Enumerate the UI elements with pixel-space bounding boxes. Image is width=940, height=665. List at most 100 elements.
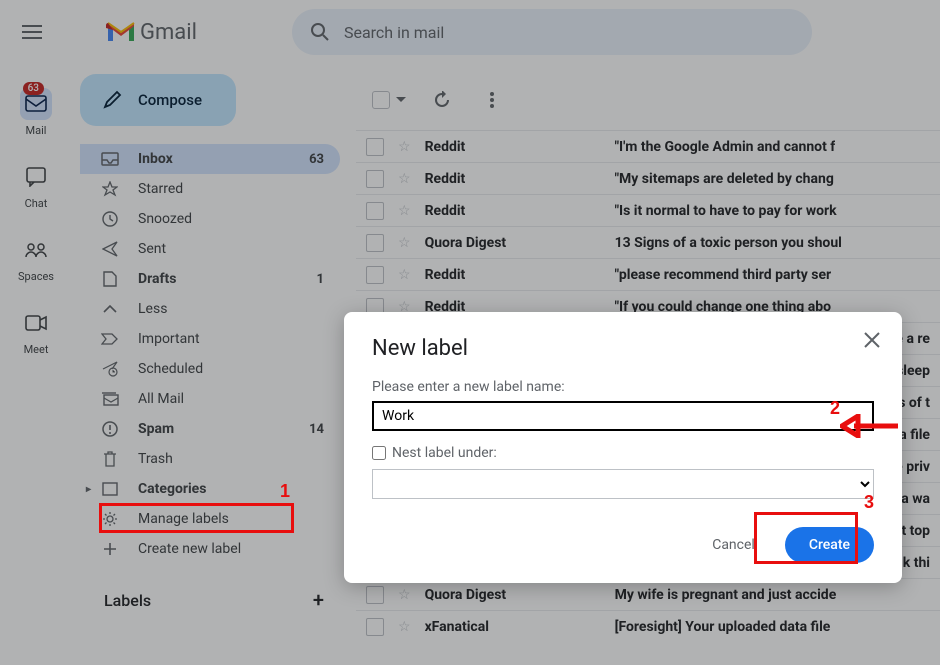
search-icon: [310, 22, 330, 42]
main-menu-button[interactable]: [8, 8, 56, 56]
star-icon[interactable]: ☆: [398, 171, 411, 187]
cancel-button[interactable]: Cancel: [700, 529, 767, 561]
sidebar-item-manage-labels[interactable]: Manage labels: [80, 504, 340, 534]
search-bar[interactable]: Search in mail: [292, 9, 812, 55]
sidebar-item-all-mail[interactable]: All Mail: [80, 384, 340, 414]
expand-icon: ▸: [86, 484, 96, 495]
sidebar-item-drafts[interactable]: Drafts1: [80, 264, 340, 294]
mail-sender: Quora Digest: [425, 235, 615, 251]
mail-row[interactable]: ☆ Quora Digest13 Signs of a toxic person …: [356, 226, 940, 258]
row-checkbox[interactable]: [366, 266, 384, 284]
star-icon[interactable]: ☆: [398, 139, 411, 155]
mail-subject: 13 Signs of a toxic person you shoul: [615, 235, 842, 251]
mail-subject: My wife is pregnant and just accide: [615, 587, 837, 603]
rail-spaces[interactable]: Spaces: [18, 234, 54, 283]
folder-count: 1: [317, 272, 324, 287]
nest-caption: Nest label under:: [392, 445, 497, 461]
spam-icon: [100, 421, 120, 437]
new-label-dialog: New label Please enter a new label name:…: [344, 312, 902, 583]
mail-row[interactable]: ☆ Reddit"I'm the Google Admin and cannot …: [356, 130, 940, 162]
sidebar-item-categories[interactable]: ▸ Categories: [80, 474, 340, 504]
more-button[interactable]: [472, 80, 512, 120]
label-name-input[interactable]: [372, 401, 874, 431]
folder-label: Inbox: [138, 151, 309, 167]
folder-label: Manage labels: [138, 511, 324, 527]
star-icon[interactable]: ☆: [398, 235, 411, 251]
mail-subject: s of t: [898, 395, 930, 411]
sidebar-item-snoozed[interactable]: Snoozed: [80, 204, 340, 234]
mail-row[interactable]: ☆Reddit"Is it normal to have to pay for …: [356, 194, 940, 226]
sidebar-item-create-new-label[interactable]: Create new label: [80, 534, 340, 564]
pencil-icon: [102, 90, 122, 110]
mail-sender: Reddit: [425, 267, 615, 283]
gear-icon: [100, 511, 120, 527]
mail-row[interactable]: ☆Reddit"My sitemaps are deleted by chang: [356, 162, 940, 194]
star-icon[interactable]: ☆: [398, 203, 411, 219]
sidebar-item-important[interactable]: Important: [80, 324, 340, 354]
folder-label: Categories: [138, 481, 324, 497]
sidebar-item-spam[interactable]: Spam14: [80, 414, 340, 444]
app-rail: 63 Mail Chat Spaces Meet: [0, 64, 72, 368]
mail-badge: 63: [23, 82, 44, 95]
folder-label: Spam: [138, 421, 309, 437]
mail-subject: [Foresight] Your uploaded data file: [615, 619, 831, 635]
sidebar-item-starred[interactable]: Starred: [80, 174, 340, 204]
add-label-icon[interactable]: +: [313, 588, 324, 612]
star-icon[interactable]: ☆: [398, 587, 411, 603]
refresh-button[interactable]: [422, 80, 462, 120]
plus-icon: [100, 542, 120, 556]
folder-label: Important: [138, 331, 324, 347]
mail-subject: "I'm the Google Admin and cannot f: [615, 139, 836, 155]
row-checkbox[interactable]: [366, 170, 384, 188]
row-checkbox[interactable]: [366, 618, 384, 636]
labels-header: Labels +: [80, 588, 340, 612]
mail-sender: Reddit: [425, 171, 615, 187]
chat-icon: [26, 167, 46, 187]
trash-icon: [100, 451, 120, 467]
folder-label: Drafts: [138, 271, 317, 287]
mail-sender: xFanatical: [425, 619, 615, 635]
gmail-logo[interactable]: Gmail: [106, 20, 197, 45]
folder-count: 63: [309, 152, 324, 167]
star-icon: [100, 181, 120, 197]
mail-icon: [25, 95, 47, 113]
gmail-text: Gmail: [140, 20, 197, 45]
star-icon[interactable]: ☆: [398, 267, 411, 283]
row-checkbox[interactable]: [366, 586, 384, 604]
mail-row[interactable]: ☆Reddit"please recommend third party ser: [356, 258, 940, 290]
mail-subject: a file: [899, 427, 930, 443]
important-icon: [100, 333, 120, 345]
rail-meet[interactable]: Meet: [20, 307, 52, 356]
mail-toolbar: [356, 74, 940, 126]
annotation-arrow-2: [840, 414, 900, 438]
rail-mail[interactable]: 63 Mail: [20, 88, 52, 137]
refresh-icon: [433, 91, 451, 109]
mail-sender: Reddit: [425, 139, 615, 155]
sidebar: Compose Inbox63StarredSnoozedSentDrafts1…: [80, 74, 340, 612]
sidebar-item-scheduled[interactable]: Scheduled: [80, 354, 340, 384]
sidebar-item-inbox[interactable]: Inbox63: [80, 144, 340, 174]
nest-checkbox[interactable]: [372, 446, 386, 460]
mail-row[interactable]: ☆ xFanatical[Foresight] Your uploaded dat…: [356, 610, 940, 642]
row-checkbox[interactable]: [366, 202, 384, 220]
sidebar-item-less[interactable]: Less: [80, 294, 340, 324]
dialog-close-button[interactable]: [864, 332, 880, 348]
file-icon: [100, 271, 120, 287]
sidebar-item-sent[interactable]: Sent: [80, 234, 340, 264]
row-checkbox[interactable]: [366, 234, 384, 252]
annotation-number-1: 1: [280, 481, 290, 502]
row-checkbox[interactable]: [366, 138, 384, 156]
create-button[interactable]: Create: [785, 527, 874, 563]
send-icon: [100, 241, 120, 257]
folder-label: Scheduled: [138, 361, 324, 377]
compose-button[interactable]: Compose: [80, 74, 236, 126]
sidebar-item-trash[interactable]: Trash: [80, 444, 340, 474]
star-icon[interactable]: ☆: [398, 619, 411, 635]
dialog-title: New label: [372, 336, 874, 361]
nest-parent-select[interactable]: [372, 469, 874, 499]
rail-chat[interactable]: Chat: [20, 161, 52, 210]
folder-count: 14: [309, 422, 324, 437]
select-all[interactable]: [366, 85, 412, 115]
gmail-icon: [106, 21, 136, 43]
clock-icon: [100, 211, 120, 227]
